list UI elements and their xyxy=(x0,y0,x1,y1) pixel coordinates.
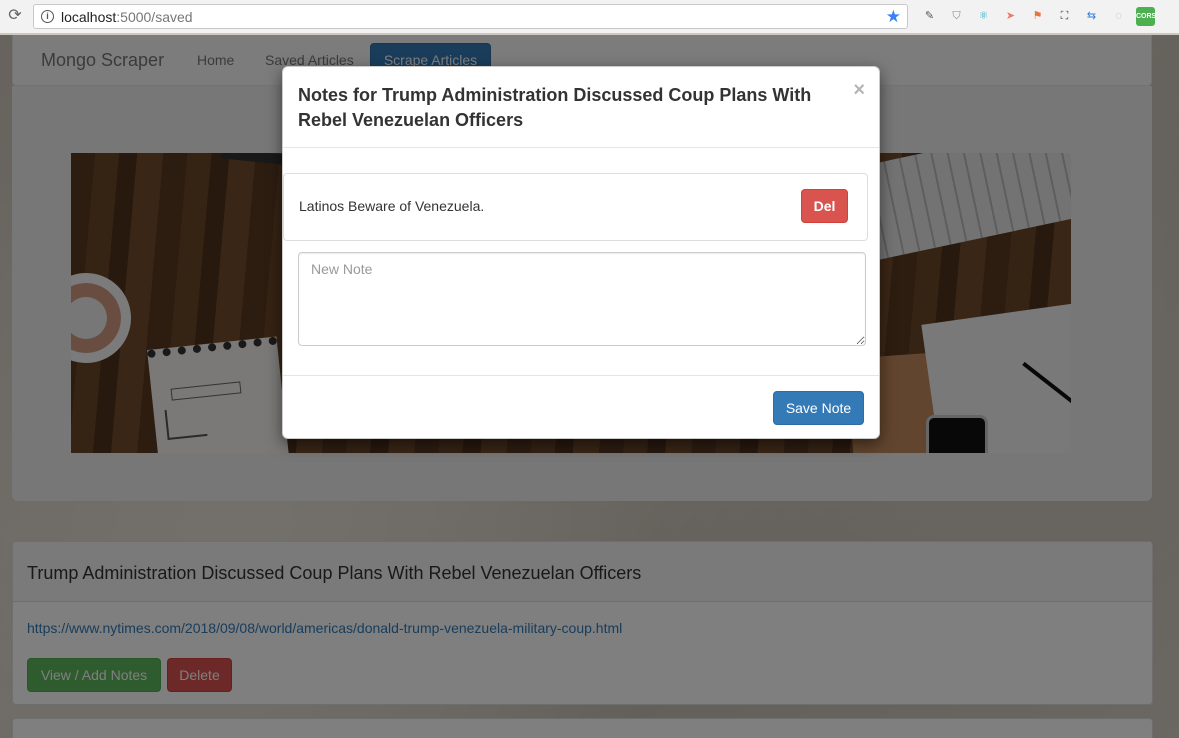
notes-modal: Notes for Trump Administration Discussed… xyxy=(282,66,880,439)
reload-icon[interactable]: ⟳ xyxy=(6,7,24,25)
modal-header: Notes for Trump Administration Discussed… xyxy=(283,67,879,148)
new-note-input[interactable] xyxy=(298,252,866,346)
cors-icon[interactable]: CORS xyxy=(1136,7,1156,26)
modal-title: Notes for Trump Administration Discussed… xyxy=(298,85,812,130)
flag-icon[interactable]: ⚑ xyxy=(1028,7,1047,26)
url-path: :5000/saved xyxy=(116,9,193,25)
transfer-icon[interactable]: ⇆ xyxy=(1082,7,1101,26)
screenshot-icon[interactable]: ⛶ xyxy=(1055,7,1074,26)
arrow-icon[interactable]: ➤ xyxy=(1001,7,1020,26)
star-icon[interactable]: ★ xyxy=(886,7,901,27)
react-icon[interactable]: ⚛ xyxy=(974,7,993,26)
save-note-button[interactable]: Save Note xyxy=(773,391,864,425)
address-bar[interactable]: i localhost:5000/saved ★ xyxy=(33,4,908,29)
extension-icon[interactable]: ✎ xyxy=(920,7,939,26)
browser-toolbar: ⟳ i localhost:5000/saved ★ ✎ ⛉ ⚛ ➤ ⚑ ⛶ ⇆… xyxy=(0,0,1179,34)
close-icon[interactable]: × xyxy=(853,80,865,100)
extension-bar: ✎ ⛉ ⚛ ➤ ⚑ ⛶ ⇆ ◌ CORS xyxy=(920,7,1156,27)
info-icon[interactable]: i xyxy=(41,10,54,23)
modal-footer: Save Note xyxy=(283,375,879,439)
circle-icon[interactable]: ◌ xyxy=(1109,7,1128,26)
url-host: localhost xyxy=(61,9,117,25)
note-text: Latinos Beware of Venezuela. xyxy=(299,198,485,214)
page: Mongo Scraper Home Saved Articles Scrape… xyxy=(0,35,1179,738)
note-item: Latinos Beware of Venezuela. Del xyxy=(283,173,868,241)
shield-icon[interactable]: ⛉ xyxy=(947,7,966,26)
url-text: localhost:5000/saved xyxy=(61,9,193,25)
delete-note-button[interactable]: Del xyxy=(801,189,848,223)
